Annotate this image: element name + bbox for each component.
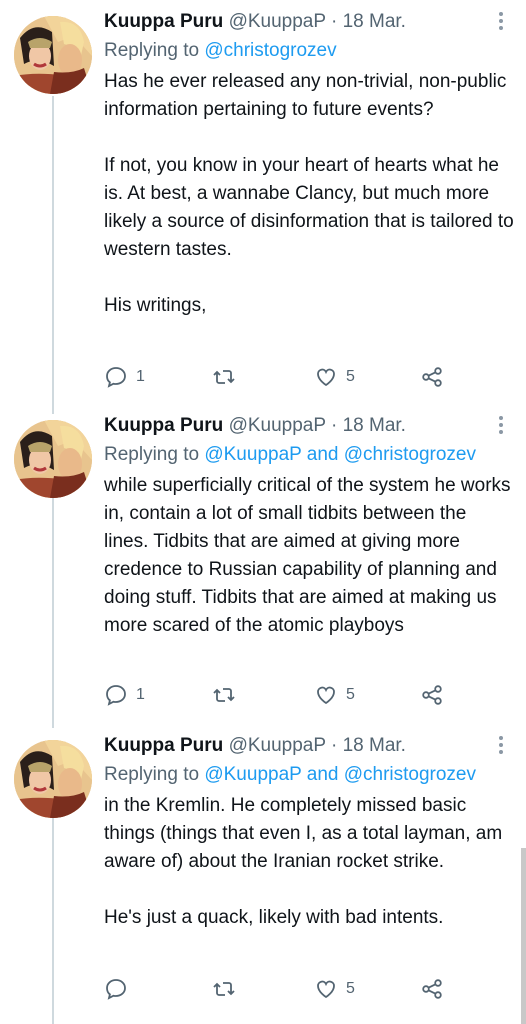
share-button[interactable] <box>420 680 444 710</box>
avatar-image <box>14 740 92 818</box>
tweet-paragraph: If not, you know in your heart of hearts… <box>104 155 514 260</box>
share-button[interactable] <box>420 974 444 1004</box>
share-icon <box>422 685 442 705</box>
tweet-paragraph: while superficially critical of the syst… <box>104 475 511 636</box>
reply-button[interactable]: 1 <box>104 680 145 710</box>
tweet-paragraph: Has he ever released any non-trivial, no… <box>104 71 507 120</box>
author-handle[interactable]: @KuuppaP <box>229 735 326 756</box>
tweet-header: Kuuppa Puru @KuuppaP · 18 Mar. <box>104 734 514 758</box>
more-icon[interactable] <box>498 416 504 434</box>
tweet-actions: 1 5 <box>104 362 484 392</box>
scrollbar[interactable] <box>521 848 526 1024</box>
retweet-button[interactable] <box>212 680 244 710</box>
reply-icon <box>106 367 126 388</box>
thread-line <box>52 498 54 728</box>
like-icon <box>317 686 335 705</box>
replying-to-label: Replying to <box>104 40 200 61</box>
retweet-button[interactable] <box>212 362 244 392</box>
avatar[interactable] <box>14 16 92 94</box>
replying-to-label: Replying to <box>104 444 200 465</box>
retweet-icon <box>213 370 235 384</box>
more-icon[interactable] <box>498 736 504 754</box>
thread-line <box>52 96 54 414</box>
like-icon <box>317 980 335 999</box>
author-name[interactable]: Kuuppa Puru <box>104 11 223 32</box>
tweet-actions: 5 <box>104 974 484 1004</box>
thread-line <box>52 818 54 1024</box>
author-name[interactable]: Kuuppa Puru <box>104 735 223 756</box>
author-handle[interactable]: @KuuppaP <box>229 11 326 32</box>
like-icon <box>317 368 335 387</box>
tweet-date[interactable]: 18 Mar. <box>343 11 406 32</box>
tweet-text: while superficially critical of the syst… <box>104 472 514 640</box>
more-icon[interactable] <box>498 12 504 30</box>
tweet-header: Kuuppa Puru @KuuppaP · 18 Mar. <box>104 414 514 438</box>
tweet-paragraph: His writings, <box>104 295 207 316</box>
separator: · <box>330 735 338 756</box>
avatar-image <box>14 16 92 94</box>
reply-button[interactable] <box>104 974 136 1004</box>
like-count: 5 <box>346 980 355 997</box>
tweet-paragraph: He's just a quack, likely with bad inten… <box>104 907 444 928</box>
tweet-paragraph: in the Kremlin. He completely missed bas… <box>104 795 503 872</box>
avatar[interactable] <box>14 420 92 498</box>
tweet-date[interactable]: 18 Mar. <box>343 415 406 436</box>
tweet-text: Has he ever released any non-trivial, no… <box>104 68 514 320</box>
tweet-date[interactable]: 18 Mar. <box>343 735 406 756</box>
replying-to-link[interactable]: @KuuppaP and @christogrozev <box>204 764 476 785</box>
separator: · <box>330 415 338 436</box>
like-button[interactable]: 5 <box>314 680 355 710</box>
reply-count: 1 <box>136 368 145 385</box>
like-button[interactable]: 5 <box>314 974 355 1004</box>
replying-to-label: Replying to <box>104 764 200 785</box>
author-handle[interactable]: @KuuppaP <box>229 415 326 436</box>
author-name[interactable]: Kuuppa Puru <box>104 415 223 436</box>
reply-icon <box>106 685 126 706</box>
separator: · <box>330 11 338 32</box>
avatar[interactable] <box>14 740 92 818</box>
reply-count: 1 <box>136 686 145 703</box>
retweet-button[interactable] <box>212 974 244 1004</box>
reply-button[interactable]: 1 <box>104 362 145 392</box>
like-count: 5 <box>346 686 355 703</box>
tweet-header: Kuuppa Puru @KuuppaP · 18 Mar. <box>104 10 514 34</box>
replying-to: Replying to @KuuppaP and @christogrozev <box>104 442 514 468</box>
retweet-icon <box>213 982 235 996</box>
tweet-text: in the Kremlin. He completely missed bas… <box>104 792 514 932</box>
share-icon <box>422 979 442 999</box>
share-icon <box>422 367 442 387</box>
replying-to: Replying to @christogrozev <box>104 38 514 64</box>
replying-to-link[interactable]: @KuuppaP and @christogrozev <box>204 444 476 465</box>
like-count: 5 <box>346 368 355 385</box>
replying-to-link[interactable]: @christogrozev <box>204 40 336 61</box>
like-button[interactable]: 5 <box>314 362 355 392</box>
replying-to: Replying to @KuuppaP and @christogrozev <box>104 762 514 788</box>
tweet-actions: 1 5 <box>104 680 484 710</box>
reply-icon <box>106 979 126 1000</box>
avatar-image <box>14 420 92 498</box>
share-button[interactable] <box>420 362 444 392</box>
retweet-icon <box>213 688 235 702</box>
